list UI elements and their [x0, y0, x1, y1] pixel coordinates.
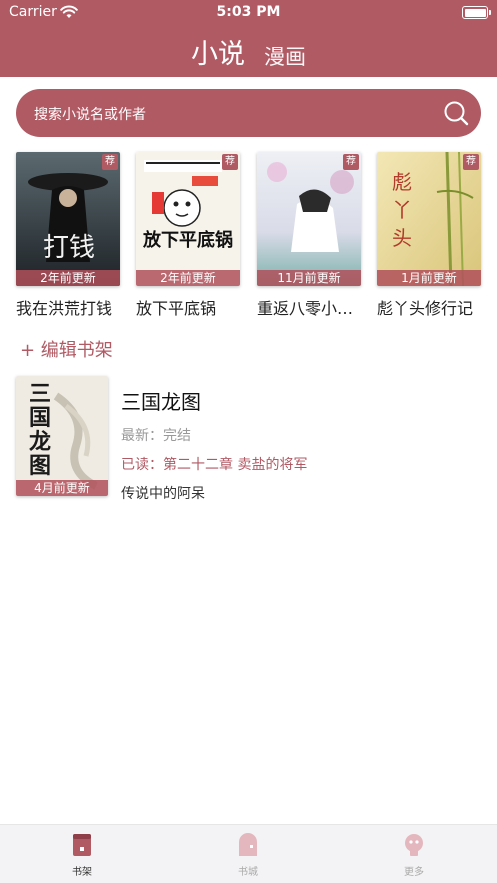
edit-shelf-button[interactable]: + 编辑书架 [20, 336, 113, 362]
battery-icon [462, 6, 491, 19]
shelf-book[interactable]: 荐 放下平底锅 2年前更新 放下平底锅 [136, 152, 240, 319]
cover-title: 打钱 [43, 233, 95, 263]
tab-novel[interactable]: 小说 [191, 32, 245, 71]
recommended-shelf: 荐 打钱 2年前更新 我在洪荒打钱 荐 放下平底锅 2年前更新 放下平底锅 荐 … [0, 152, 497, 322]
bottom-tab-bar: 书架 书城 更多 [0, 824, 497, 883]
update-label: 2年前更新 [16, 270, 120, 286]
book-title[interactable]: 三国龙图 [121, 386, 307, 415]
cover-title-art: 打钱 [43, 233, 95, 263]
update-label: 2年前更新 [136, 270, 240, 286]
tab-more[interactable]: 更多 [374, 833, 454, 878]
cover-title: 放下平底锅 [143, 230, 233, 251]
book-cover[interactable]: 三国龙图 4月前更新 [16, 376, 108, 496]
book-author: 传说中的阿呆 [121, 486, 205, 502]
clock: 5:03 PM [216, 4, 281, 20]
book-cover[interactable]: 荐 11月前更新 [257, 152, 361, 286]
cover-art [16, 152, 120, 286]
tab-label: 书城 [238, 867, 258, 878]
cover-art [257, 152, 361, 286]
bookstore-icon [239, 833, 257, 856]
recommend-badge: 荐 [222, 154, 238, 170]
recommend-badge: 荐 [102, 154, 118, 170]
cover-title: 彪丫头 [392, 170, 412, 250]
recommend-badge: 荐 [343, 154, 359, 170]
cover-art [136, 152, 240, 286]
latest-chapter: 最新：完结 [121, 428, 191, 444]
book-cover[interactable]: 荐 打钱 2年前更新 [16, 152, 120, 286]
book-title[interactable]: 重返八零小… [257, 295, 367, 319]
book-cover[interactable]: 荐 放下平底锅 2年前更新 [136, 152, 240, 286]
more-icon [405, 834, 423, 856]
shelf-book[interactable]: 荐 彪丫头 1月前更新 彪丫头修行记 [377, 152, 481, 319]
status-bar: Carrier 5:03 PM [0, 0, 497, 26]
update-label: 1月前更新 [377, 270, 481, 286]
search-placeholder: 搜索小说名或作者 [34, 107, 146, 123]
update-label: 4月前更新 [16, 480, 108, 496]
book-title[interactable]: 放下平底锅 [136, 295, 246, 319]
update-label: 11月前更新 [257, 270, 361, 286]
book-title[interactable]: 彪丫头修行记 [377, 295, 487, 319]
shelf-book[interactable]: 荐 11月前更新 重返八零小… [257, 152, 361, 319]
search-bar[interactable]: 搜索小说名或作者 [16, 89, 481, 137]
tab-label: 书架 [72, 867, 92, 878]
book-cover[interactable]: 荐 彪丫头 1月前更新 [377, 152, 481, 286]
bookshelf-icon [73, 834, 91, 856]
read-progress[interactable]: 已读：第二十二章 卖盐的将军 [121, 454, 307, 474]
tab-label: 更多 [404, 867, 424, 878]
tab-bookshelf[interactable]: 书架 [42, 833, 122, 878]
cover-title: 三国龙图 [28, 381, 51, 479]
tab-comic[interactable]: 漫画 [264, 41, 306, 71]
book-title[interactable]: 我在洪荒打钱 [16, 295, 126, 319]
tab-bookstore[interactable]: 书城 [208, 833, 288, 878]
recommend-badge: 荐 [463, 154, 479, 170]
app-header: Carrier 5:03 PM 小说 漫画 [0, 0, 497, 77]
book-info: 三国龙图 最新：完结 已读：第二十二章 卖盐的将军 传说中的阿呆 [121, 386, 307, 503]
reading-book-item[interactable]: 三国龙图 4月前更新 三国龙图 最新：完结 已读：第二十二章 卖盐的将军 传说中… [16, 376, 481, 502]
search-icon[interactable] [443, 100, 469, 126]
shelf-book[interactable]: 荐 打钱 2年前更新 我在洪荒打钱 [16, 152, 120, 319]
content-type-tabs: 小说 漫画 [0, 32, 497, 71]
